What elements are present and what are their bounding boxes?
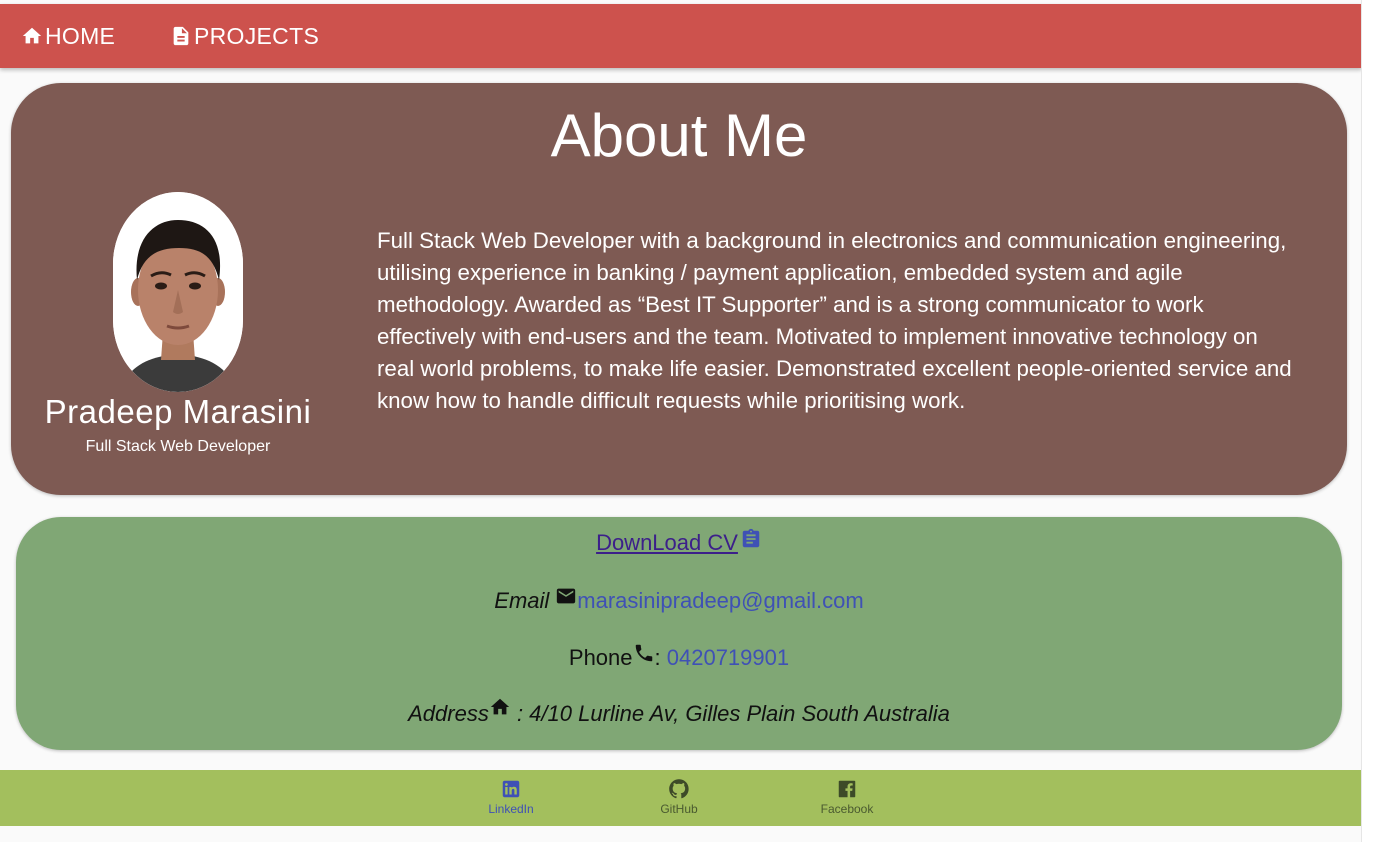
page: HOME PROJECTS About Me Pradeep Marasini … — [0, 0, 1362, 842]
footer-github-link[interactable]: GitHub — [619, 778, 739, 816]
email-label: Email — [494, 588, 550, 613]
phone-label: Phone — [568, 645, 633, 670]
profile-photo — [113, 192, 243, 392]
scrollbar[interactable] — [1361, 0, 1374, 842]
nav-home-label: HOME — [45, 22, 116, 49]
about-bio: Full Stack Web Developer with a backgrou… — [377, 228, 1292, 413]
phone-icon — [635, 644, 652, 662]
address-row: Address : 4/10 Lurline Av, Gilles Plain … — [16, 698, 1342, 727]
phone-link[interactable]: 0420719901 — [667, 645, 789, 671]
phone-separator: : — [654, 645, 667, 670]
linkedin-label: LinkedIn — [488, 802, 534, 816]
download-cv-link[interactable]: DownLoad CV — [596, 530, 738, 556]
home-icon — [22, 27, 42, 44]
github-label: GitHub — [660, 802, 698, 816]
contact-card: DownLoad CV Email marasinipradeep@gmail.… — [16, 517, 1342, 750]
clipboard-icon — [742, 528, 760, 548]
footer: LinkedIn GitHub Facebook — [0, 770, 1362, 826]
top-navbar: HOME PROJECTS — [0, 4, 1362, 68]
address-label: Address — [408, 701, 489, 726]
about-card: About Me Pradeep Marasini Full Stack Web… — [11, 83, 1347, 495]
mail-icon — [557, 588, 576, 604]
document-icon — [173, 26, 189, 46]
email-row: Email marasinipradeep@gmail.com — [16, 588, 1342, 614]
phone-row: Phone : 0420719901 — [16, 644, 1342, 671]
about-title: About Me — [550, 102, 808, 169]
download-cv-row: DownLoad CV — [16, 528, 1342, 556]
facebook-icon — [838, 780, 856, 798]
nav-projects-label: PROJECTS — [194, 22, 320, 49]
avatar — [113, 192, 243, 392]
github-icon — [669, 779, 689, 799]
nav-projects-link[interactable]: PROJECTS — [170, 4, 319, 68]
linkedin-icon — [502, 780, 520, 798]
facebook-label: Facebook — [820, 802, 874, 816]
footer-facebook-link[interactable]: Facebook — [787, 778, 907, 816]
profile-role: Full Stack Web Developer — [85, 438, 271, 455]
home-icon — [490, 698, 510, 715]
address-value: : 4/10 Lurline Av, Gilles Plain South Au… — [510, 701, 950, 726]
nav-home-link[interactable]: HOME — [21, 4, 115, 68]
profile-name: Pradeep Marasini — [44, 393, 312, 430]
email-link[interactable]: marasinipradeep@gmail.com — [577, 588, 863, 614]
footer-linkedin-link[interactable]: LinkedIn — [451, 778, 571, 816]
